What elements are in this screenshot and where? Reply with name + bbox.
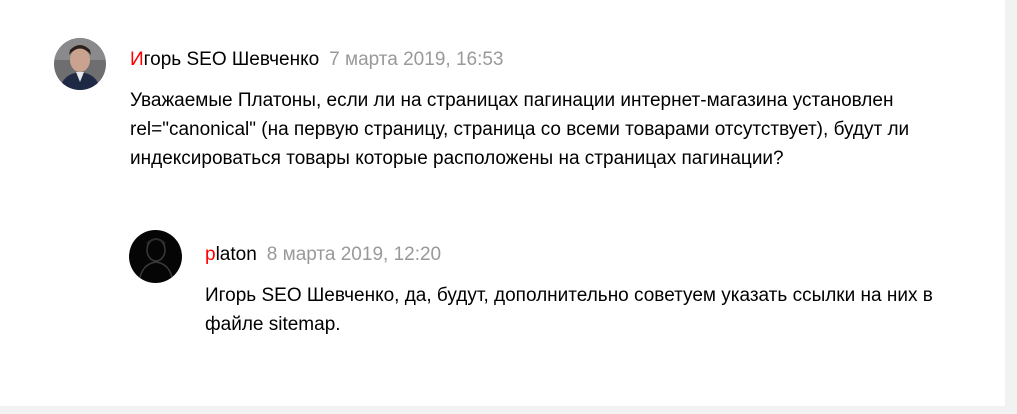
platon-photo-icon [129, 230, 182, 283]
comments-card: Игорь SEO Шевченко 7 марта 2019, 16:53 Ув… [0, 0, 1005, 406]
reply-author-link[interactable]: platon [205, 244, 257, 265]
author-first-letter: И [130, 49, 144, 70]
reply-author-first-letter: p [205, 244, 216, 265]
author-link[interactable]: Игорь SEO Шевченко [130, 49, 319, 70]
comment-date[interactable]: 7 марта 2019, 16:53 [329, 49, 503, 70]
comment-header: Игорь SEO Шевченко 7 марта 2019, 16:53 [130, 48, 504, 72]
author-name-rest: горь SEO Шевченко [143, 49, 320, 70]
reply-date[interactable]: 8 марта 2019, 12:20 [267, 244, 441, 265]
reply-mention[interactable]: Игорь SEO Шевченко [205, 285, 394, 306]
user-avatar[interactable] [54, 38, 106, 90]
reply-header: platon 8 марта 2019, 12:20 [205, 243, 441, 267]
comment-text: Уважаемые Платоны, если ли на страницах … [130, 90, 910, 169]
reply-text: Игорь SEO Шевченко, да, будут, дополните… [205, 281, 975, 339]
platon-avatar[interactable] [129, 230, 182, 283]
user-photo-icon [54, 38, 106, 90]
reply-author-name-rest: laton [215, 244, 257, 265]
